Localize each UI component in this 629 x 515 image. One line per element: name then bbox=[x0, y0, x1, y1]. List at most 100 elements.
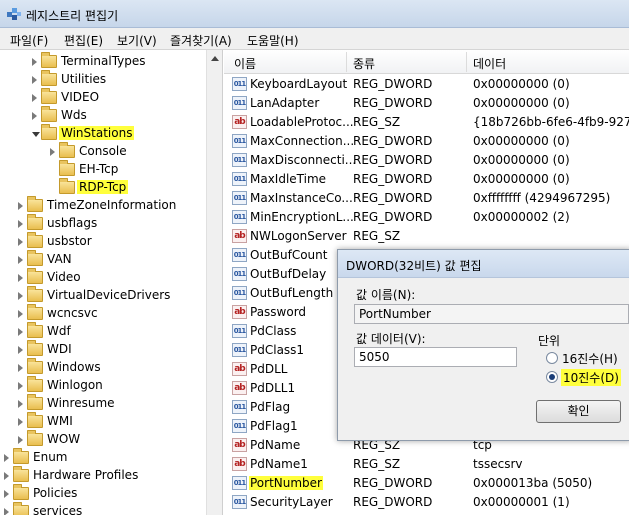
value-type: REG_SZ bbox=[353, 115, 401, 129]
menu-view[interactable]: 보기(V) bbox=[117, 32, 157, 49]
folder-icon bbox=[59, 142, 75, 158]
expand-closed-icon[interactable] bbox=[18, 400, 23, 408]
table-row[interactable]: 011 MaxIdleTime REG_DWORD 0x00000000 (0) bbox=[224, 170, 629, 189]
value-type: REG_DWORD bbox=[353, 191, 433, 205]
expand-closed-icon[interactable] bbox=[50, 148, 55, 156]
value-type: REG_DWORD bbox=[353, 96, 433, 110]
expand-closed-icon[interactable] bbox=[32, 94, 37, 102]
tree-node[interactable]: Console bbox=[0, 142, 222, 161]
value-data: {18b726bb-6fe6-4fb9-9276- bbox=[473, 115, 629, 129]
table-row[interactable]: 011 MaxDisconnecti... REG_DWORD 0x00000000 … bbox=[224, 151, 629, 170]
tree-node[interactable]: Hardware Profiles bbox=[0, 466, 222, 485]
value-type: REG_DWORD bbox=[353, 172, 433, 186]
tree-node[interactable]: EH-Tcp bbox=[0, 160, 222, 179]
expand-closed-icon[interactable] bbox=[32, 112, 37, 120]
tree-node[interactable]: VirtualDeviceDrivers bbox=[0, 286, 222, 305]
value-name: MaxConnection... bbox=[250, 134, 355, 148]
tree-node[interactable]: Winlogon bbox=[0, 376, 222, 395]
value-name: MinEncryptionL... bbox=[250, 210, 354, 224]
expand-closed-icon[interactable] bbox=[18, 274, 23, 282]
value-data: 0x00000001 (1) bbox=[473, 495, 570, 509]
expand-closed-icon[interactable] bbox=[18, 436, 23, 444]
menu-file[interactable]: 파일(F) bbox=[10, 32, 48, 49]
tree-node[interactable]: VIDEO bbox=[0, 88, 222, 107]
value-name: MaxIdleTime bbox=[250, 172, 327, 186]
tree-node[interactable]: Windows bbox=[0, 358, 222, 377]
string-value-icon: ab bbox=[232, 229, 247, 243]
value-name: LoadableProtoc... bbox=[250, 115, 354, 129]
expand-closed-icon[interactable] bbox=[18, 418, 23, 426]
expand-closed-icon[interactable] bbox=[32, 58, 37, 66]
tree-node[interactable]: usbstor bbox=[0, 232, 222, 251]
table-row[interactable]: 011 MaxInstanceCo... REG_DWORD 0xffffffff (… bbox=[224, 189, 629, 208]
expand-closed-icon[interactable] bbox=[18, 256, 23, 264]
column-header-type[interactable]: 종류 bbox=[353, 55, 375, 72]
table-row[interactable]: ab PdName1 REG_SZ tssecsrv bbox=[224, 455, 629, 474]
value-data-input[interactable] bbox=[354, 347, 517, 367]
registry-tree[interactable]: TerminalTypes Utilities VIDEO Wds WinStation… bbox=[0, 50, 223, 515]
table-row[interactable]: 011 LanAdapter REG_DWORD 0x00000000 (0) bbox=[224, 94, 629, 113]
expand-closed-icon[interactable] bbox=[18, 238, 23, 246]
expand-closed-icon[interactable] bbox=[4, 508, 9, 515]
tree-node[interactable]: RDP-Tcp bbox=[0, 178, 222, 197]
tree-node-label: WinStations bbox=[59, 126, 135, 140]
menu-help[interactable]: 도움말(H) bbox=[247, 32, 299, 49]
tree-node[interactable]: Video bbox=[0, 268, 222, 287]
expand-closed-icon[interactable] bbox=[18, 364, 23, 372]
tree-node-label: Utilities bbox=[61, 72, 107, 86]
expand-closed-icon[interactable] bbox=[18, 220, 23, 228]
expand-closed-icon[interactable] bbox=[32, 76, 37, 84]
value-data: tssecsrv bbox=[473, 457, 523, 471]
expand-closed-icon[interactable] bbox=[4, 472, 9, 480]
tree-node[interactable]: VAN bbox=[0, 250, 222, 269]
tree-node[interactable]: wcncsvc bbox=[0, 304, 222, 323]
tree-node[interactable]: Wds bbox=[0, 106, 222, 125]
table-row[interactable]: 011 PortNumber REG_DWORD 0x000013ba (5050) bbox=[224, 474, 629, 493]
tree-node[interactable]: services bbox=[0, 502, 222, 515]
expand-open-icon[interactable] bbox=[32, 132, 40, 137]
table-row[interactable]: 011 MaxConnection... REG_DWORD 0x00000000 (… bbox=[224, 132, 629, 151]
folder-icon bbox=[27, 340, 43, 356]
menu-bar: 파일(F) 편집(E) 보기(V) 즐겨찾기(A) 도움말(H) bbox=[0, 28, 629, 50]
tree-node[interactable]: WOW bbox=[0, 430, 222, 449]
column-header-name[interactable]: 이름 bbox=[234, 55, 256, 72]
tree-node[interactable]: Utilities bbox=[0, 70, 222, 89]
tree-node[interactable]: Winresume bbox=[0, 394, 222, 413]
tree-node[interactable]: WMI bbox=[0, 412, 222, 431]
binary-value-icon: 011 bbox=[232, 286, 247, 300]
tree-node[interactable]: TimeZoneInformation bbox=[0, 196, 222, 215]
dec-radio[interactable] bbox=[546, 371, 558, 383]
scroll-up-icon[interactable] bbox=[211, 56, 219, 61]
tree-node[interactable]: TerminalTypes bbox=[0, 52, 222, 71]
ok-button[interactable]: 확인 bbox=[536, 400, 621, 423]
expand-closed-icon[interactable] bbox=[18, 292, 23, 300]
menu-edit[interactable]: 편집(E) bbox=[64, 32, 103, 49]
table-row[interactable]: 011 KeyboardLayout REG_DWORD 0x00000000 (0) bbox=[224, 75, 629, 94]
expand-closed-icon[interactable] bbox=[4, 454, 9, 462]
expand-closed-icon[interactable] bbox=[18, 382, 23, 390]
expand-closed-icon[interactable] bbox=[18, 328, 23, 336]
expand-closed-icon[interactable] bbox=[4, 490, 9, 498]
tree-node[interactable]: Enum bbox=[0, 448, 222, 467]
table-row[interactable]: ab LoadableProtoc... REG_SZ {18b726bb-6fe6-… bbox=[224, 113, 629, 132]
expand-closed-icon[interactable] bbox=[18, 202, 23, 210]
table-row[interactable]: 011 SecurityLayer REG_DWORD 0x00000001 (1) bbox=[224, 493, 629, 512]
tree-node[interactable]: WDI bbox=[0, 340, 222, 359]
value-name-field[interactable] bbox=[354, 304, 629, 324]
expand-closed-icon[interactable] bbox=[18, 310, 23, 318]
table-row[interactable]: ab NWLogonServer REG_SZ bbox=[224, 227, 629, 246]
column-header-data[interactable]: 데이터 bbox=[473, 55, 506, 72]
tree-scrollbar[interactable] bbox=[206, 50, 222, 515]
tree-node[interactable]: usbflags bbox=[0, 214, 222, 233]
tree-node-label: Winlogon bbox=[47, 378, 103, 392]
expand-closed-icon[interactable] bbox=[18, 346, 23, 354]
menu-favorites[interactable]: 즐겨찾기(A) bbox=[170, 32, 232, 49]
value-name: Password bbox=[250, 305, 307, 319]
tree-node-label: VAN bbox=[47, 252, 72, 266]
table-row[interactable]: 011 MinEncryptionL... REG_DWORD 0x00000002 … bbox=[224, 208, 629, 227]
tree-node[interactable]: WinStations bbox=[0, 124, 222, 143]
tree-node[interactable]: Wdf bbox=[0, 322, 222, 341]
hex-radio[interactable] bbox=[546, 352, 558, 364]
tree-node[interactable]: Policies bbox=[0, 484, 222, 503]
binary-value-icon: 011 bbox=[232, 248, 247, 262]
